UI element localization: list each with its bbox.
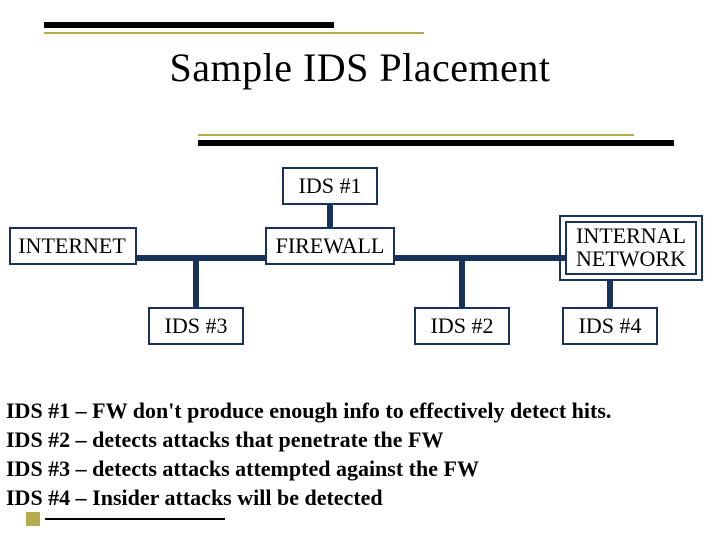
- explanation-list: IDS #1 – FW don't produce enough info to…: [6, 396, 714, 512]
- page-title: Sample IDS Placement: [0, 44, 720, 91]
- label-ids4: IDS #4: [579, 313, 642, 338]
- label-ids3: IDS #3: [165, 313, 228, 338]
- label-internet: INTERNET: [18, 233, 126, 258]
- label-ids2: IDS #2: [431, 313, 494, 338]
- ids-diagram: IDS #1 INTERNET FIREWALL INTERNAL NETWOR…: [0, 146, 720, 386]
- footer-square-icon: [26, 512, 40, 526]
- label-internal-network-2: NETWORK: [576, 246, 686, 271]
- bullet-ids1: IDS #1 – FW don't produce enough info to…: [6, 396, 714, 425]
- bullet-ids4: IDS #4 – Insider attacks will be detecte…: [6, 483, 714, 512]
- footer-rule: [45, 518, 225, 520]
- label-firewall: FIREWALL: [276, 233, 385, 258]
- label-internal-network-1: INTERNAL: [576, 223, 686, 248]
- bullet-ids3: IDS #3 – detects attacks attempted again…: [6, 454, 714, 483]
- title-rule-thick: [44, 22, 334, 28]
- bullet-ids2: IDS #2 – detects attacks that penetrate …: [6, 425, 714, 454]
- separator-thin: [198, 134, 634, 136]
- label-ids1: IDS #1: [299, 173, 362, 198]
- title-rule-thin: [44, 32, 424, 34]
